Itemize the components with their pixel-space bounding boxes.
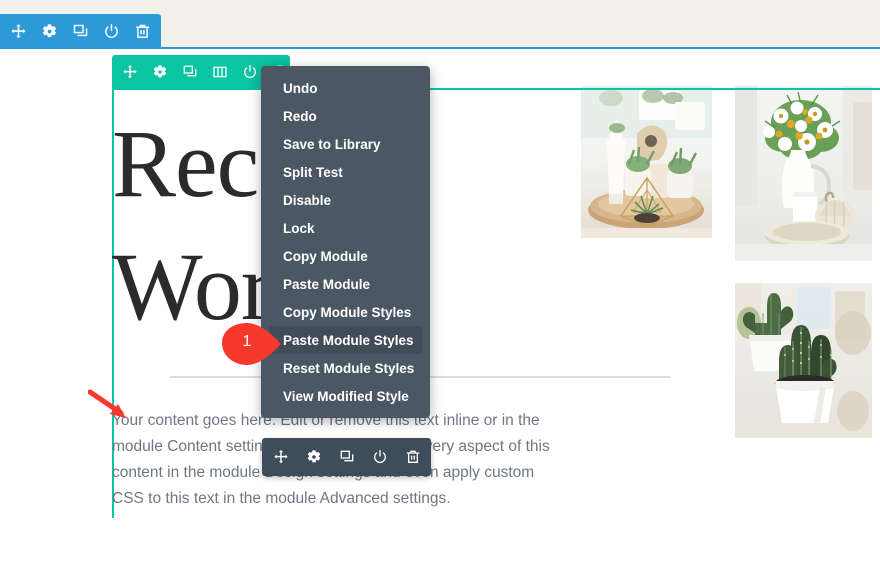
annotation-marker-1: 1 [220,322,284,366]
power-icon[interactable] [242,64,258,81]
menu-item-label: Save to Library [283,137,381,152]
menu-item-label: Paste Module Styles [283,333,414,348]
gear-icon[interactable] [305,449,322,466]
menu-item-label: View Modified Style [283,389,409,404]
photo-flowers-pumpkin[interactable] [735,86,872,261]
menu-item-label: Disable [283,193,331,208]
menu-item-view-modified-style[interactable]: View Modified Style [261,382,430,410]
menu-item-label: Reset Module Styles [283,361,414,376]
photo-flowers-pumpkin-image [735,86,872,261]
photo-cactus-image [735,283,872,438]
menu-item-label: Copy Module [283,249,368,264]
menu-item-redo[interactable]: Redo [261,102,430,130]
divi-builder-canvas: Recent Work Your content goes here. Edit… [0,0,880,576]
power-icon[interactable] [371,449,388,466]
menu-item-label: Split Test [283,165,343,180]
annotation-marker-1-number: 1 [236,333,258,351]
menu-item-lock[interactable]: Lock [261,214,430,242]
menu-item-label: Lock [283,221,315,236]
trash-icon[interactable] [134,23,151,40]
menu-item-paste-module[interactable]: Paste Module [261,270,430,298]
power-icon[interactable] [103,23,120,40]
move-icon[interactable] [272,449,289,466]
module-toolbar[interactable] [262,438,431,476]
right-click-context-menu[interactable]: Undo Redo Save to Library Split Test Dis… [261,66,430,418]
menu-item-save-to-library[interactable]: Save to Library [261,130,430,158]
menu-item-label: Paste Module [283,277,370,292]
trash-icon[interactable] [404,449,421,466]
photo-cactus[interactable] [735,283,872,438]
menu-item-split-test[interactable]: Split Test [261,158,430,186]
section-toolbar[interactable] [0,14,161,48]
gear-icon[interactable] [41,23,58,40]
duplicate-icon[interactable] [72,23,89,40]
menu-item-undo[interactable]: Undo [261,74,430,102]
menu-item-label: Undo [283,81,318,96]
duplicate-icon[interactable] [338,449,355,466]
menu-item-copy-module-styles[interactable]: Copy Module Styles [261,298,430,326]
menu-item-disable[interactable]: Disable [261,186,430,214]
columns-icon[interactable] [212,64,228,81]
menu-item-label: Copy Module Styles [283,305,411,320]
gear-icon[interactable] [152,64,168,81]
menu-item-paste-module-styles[interactable]: Paste Module Styles [269,326,422,354]
menu-item-reset-module-styles[interactable]: Reset Module Styles [261,354,430,382]
move-icon[interactable] [10,23,27,40]
arrow-icon [88,388,136,424]
annotation-arrow-1 [88,388,136,424]
move-icon[interactable] [122,64,138,81]
menu-item-copy-module[interactable]: Copy Module [261,242,430,270]
menu-item-label: Redo [283,109,317,124]
duplicate-icon[interactable] [182,64,198,81]
